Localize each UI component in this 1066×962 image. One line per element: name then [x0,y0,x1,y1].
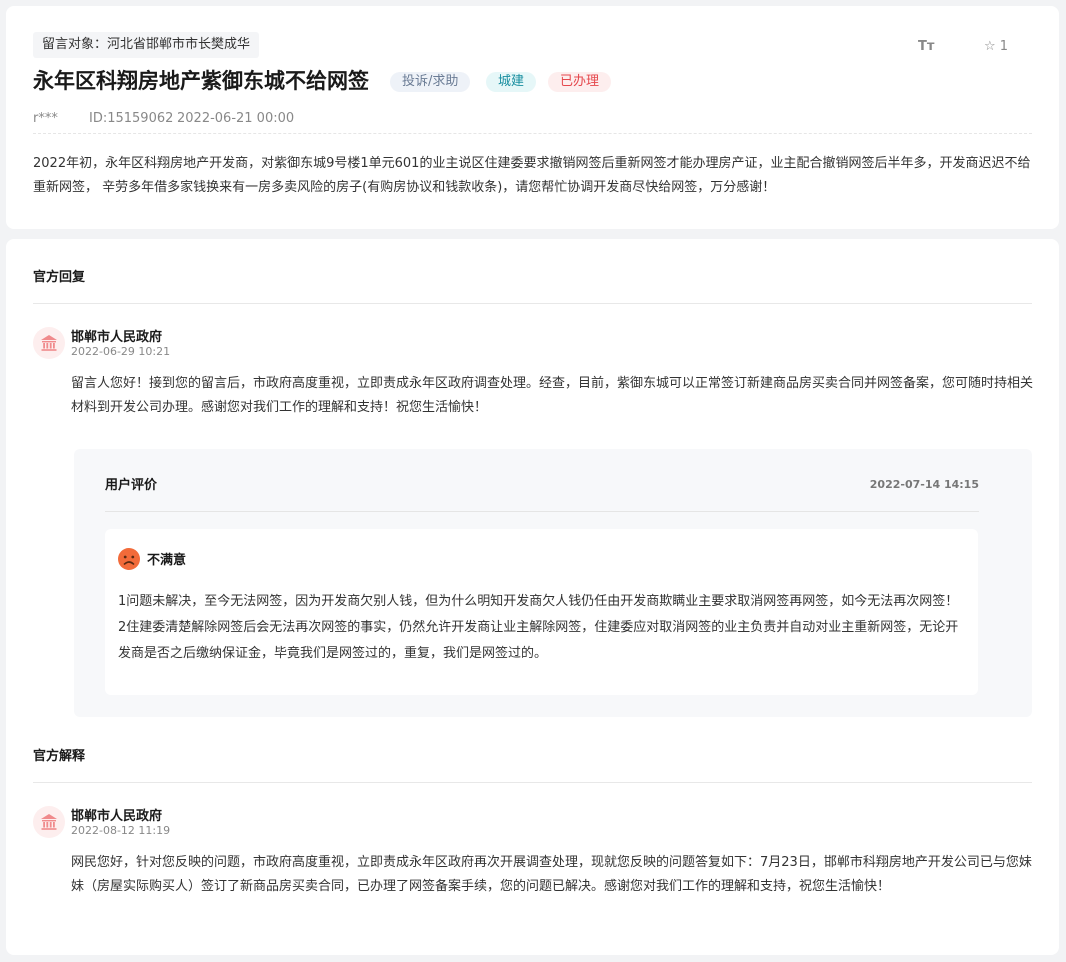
message-target-tag: 留言对象：河北省邯郸市市长樊成华 [33,32,260,58]
unhappy-face-icon [118,548,140,570]
evaluation-text: 1问题未解决，至今无法网签，因为开发商欠别人钱，但为什么明知开发商欠人钱仍任由开… [118,589,968,667]
replies-card: 官方回复 邯郸市人民政府 2022-06-29 10:21 留言人您好！接到您的… [6,239,1059,955]
official-reply-title: 官方回复 [33,270,86,285]
government-building-icon [41,814,57,830]
evaluation-line: 1问题未解决，至今无法网签，因为开发商欠别人钱，但为什么明知开发商欠人钱仍任由开… [118,594,959,609]
evaluation-title: 用户评价 [105,478,158,493]
status-badge: 已办理 [548,72,612,92]
government-building-icon [41,335,57,351]
message-content: 2022年初，永年区科翔房地产开发商，对紫御东城9号楼1单元601的业主说区住建… [33,156,1031,195]
favorite-count: 1 [999,39,1009,54]
message-divider [33,133,1032,134]
evaluation-date: 2022-07-14 14:15 [869,478,979,491]
explanation-org-name: 邯郸市人民政府 [71,809,163,824]
evaluation-content-box: 不满意 1问题未解决，至今无法网签，因为开发商欠别人钱，但为什么明知开发商欠人钱… [105,529,978,695]
message-card: 留言对象：河北省邯郸市市长樊成华 Tт ☆ 1 永年区科翔房地产紫御东城不给网签… [6,6,1059,229]
evaluation-line: 2住建委清楚解除网签后会无法再次网签的事实，仍然允许开发商让业主解除网签，住建委… [118,620,959,661]
official-explanation-title: 官方解释 [33,749,86,764]
government-avatar [33,327,65,359]
user-evaluation-panel: 用户评价 2022-07-14 14:15 不满意 1问题未解决，至今无法网签，… [74,449,1032,717]
domain-tag: 城建 [486,72,537,92]
category-tag: 投诉/求助 [390,72,471,92]
evaluation-divider [105,511,979,512]
official-reply-divider [33,303,1032,304]
message-user: r*** [33,111,58,126]
reply-content: 留言人您好！接到您的留言后，市政府高度重视，立即责成永年区政府调查处理。经查，目… [71,376,1034,415]
message-date: 2022-06-21 00:00 [177,111,295,126]
reply-org-name: 邯郸市人民政府 [71,330,163,345]
message-title: 永年区科翔房地产紫御东城不给网签 [33,69,369,93]
explanation-content: 网民您好，针对您反映的问题，市政府高度重视，立即责成永年区政府再次开展调查处理，… [71,855,1032,894]
font-size-icon: Tт [918,39,935,54]
favorite-button[interactable]: ☆ 1 [984,38,1008,56]
official-explanation-divider [33,782,1032,783]
evaluation-mood: 不满意 [147,553,187,568]
reply-time: 2022-06-29 10:21 [71,345,171,358]
star-icon: ☆ [984,39,996,54]
message-id: ID:15159062 [89,111,174,126]
explanation-time: 2022-08-12 11:19 [71,824,171,837]
government-avatar [33,806,65,838]
font-size-button[interactable]: Tт [918,38,934,56]
